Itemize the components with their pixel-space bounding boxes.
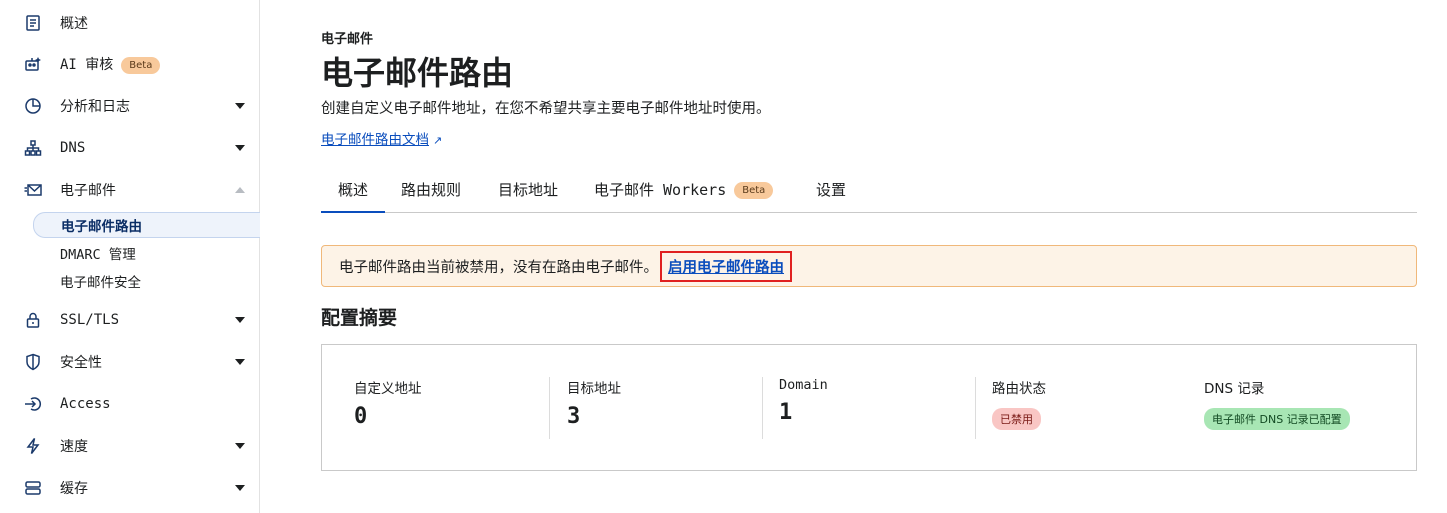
sidebar-subitem-label: DMARC 管理: [60, 247, 136, 263]
sidebar-item-label: Access: [60, 396, 111, 412]
alert-text: 电子邮件路由当前被禁用，没有在路由电子邮件。: [339, 259, 658, 276]
lock-icon: [23, 310, 43, 330]
tab-settings[interactable]: 设置: [816, 172, 846, 213]
chevron-up-icon: [235, 187, 245, 193]
summary-value: 3: [567, 404, 581, 429]
status-badge: 已禁用: [992, 408, 1041, 430]
tab-label: 概述: [337, 181, 368, 199]
network-icon: [23, 138, 43, 158]
sidebar-item-label: 缓存: [60, 481, 88, 497]
sidebar-item-label: 概述: [60, 16, 88, 32]
sidebar-item-label: 电子邮件: [60, 183, 116, 199]
tab-label: 电子邮件 Workers: [594, 181, 727, 199]
sidebar-item-label: 速度: [60, 439, 88, 455]
ai-audit-label: AI 审核: [60, 57, 114, 73]
beta-badge: Beta: [121, 56, 161, 74]
summary-label: 自定义地址: [354, 381, 422, 397]
tab-bar: 概述 路由规则 目标地址 电子邮件 Workers Beta 设置: [321, 172, 1417, 213]
summary-domain: Domain 1: [779, 377, 828, 439]
routing-disabled-alert: 电子邮件路由当前被禁用，没有在路由电子邮件。 启用电子邮件路由: [321, 245, 1417, 287]
tab-email-workers[interactable]: 电子邮件 Workers Beta: [594, 172, 774, 213]
configuration-summary-card: 自定义地址 0 目标地址 3 Domain 1 路由状态 已禁用 DNS 记录 …: [321, 344, 1417, 471]
beta-badge: Beta: [734, 182, 774, 199]
page-description: 创建自定义电子邮件地址，在您不希望共享主要电子邮件地址时使用。: [321, 101, 771, 117]
pie-chart-icon: [23, 96, 43, 116]
robot-icon: [23, 54, 43, 74]
external-link-icon: ↗: [433, 134, 443, 147]
sidebar-item-label: SSL/TLS: [60, 312, 120, 328]
enable-email-routing-link[interactable]: 启用电子邮件路由: [660, 250, 792, 282]
chevron-down-icon: [235, 443, 245, 449]
summary-value: 0: [354, 404, 368, 429]
column-divider: [762, 377, 763, 439]
storage-icon: [23, 478, 43, 498]
chevron-down-icon: [235, 145, 245, 151]
page-title: 电子邮件路由: [321, 54, 514, 92]
sidebar-subitem-email-security[interactable]: 电子邮件安全: [33, 268, 260, 294]
sidebar-item-label: 分析和日志: [60, 99, 130, 115]
sidebar-item-ssl-tls[interactable]: SSL/TLS: [0, 305, 259, 335]
sidebar-item-overview[interactable]: 概述: [0, 8, 259, 38]
sidebar: 概述 AI 审核 Beta 分析和日志 DNS 电子邮件 电子邮件路由 DMARC…: [0, 0, 260, 513]
sidebar-item-security[interactable]: 安全性: [0, 347, 259, 377]
chevron-down-icon: [235, 103, 245, 109]
sidebar-subitem-label: 电子邮件安全: [60, 275, 141, 291]
column-divider: [549, 377, 550, 439]
documentation-link-label: 电子邮件路由文档: [321, 132, 429, 148]
tab-label: 目标地址: [498, 181, 559, 199]
sidebar-item-cache[interactable]: 缓存: [0, 473, 259, 503]
sidebar-item-label: AI 审核 Beta: [60, 54, 161, 74]
summary-label: DNS 记录: [1204, 381, 1265, 397]
sidebar-item-ai-audit[interactable]: AI 审核 Beta: [0, 49, 259, 79]
sidebar-item-speed[interactable]: 速度: [0, 431, 259, 461]
documentation-link[interactable]: 电子邮件路由文档 ↗: [321, 128, 442, 148]
tab-destination-addresses[interactable]: 目标地址: [498, 172, 558, 213]
lightning-icon: [23, 436, 43, 456]
sidebar-item-label: DNS: [60, 140, 86, 156]
summary-routing-status: 路由状态 已禁用: [992, 377, 1046, 439]
summary-label: Domain: [779, 377, 828, 393]
status-badge: 电子邮件 DNS 记录已配置: [1204, 408, 1350, 430]
document-icon: [23, 13, 43, 33]
summary-label: 目标地址: [567, 381, 621, 397]
chevron-down-icon: [235, 359, 245, 365]
summary-label: 路由状态: [992, 381, 1046, 397]
tab-overview[interactable]: 概述: [321, 172, 385, 213]
access-icon: [23, 394, 43, 414]
email-icon: [23, 180, 43, 200]
chevron-down-icon: [235, 485, 245, 491]
summary-destination-addresses: 目标地址 3: [567, 377, 621, 439]
summary-value: 1: [779, 400, 793, 425]
tab-routing-rules[interactable]: 路由规则: [401, 172, 461, 213]
sidebar-subitem-label: 电子邮件路由: [61, 219, 142, 235]
sidebar-item-label: 安全性: [60, 355, 102, 371]
summary-custom-addresses: 自定义地址 0: [354, 377, 422, 439]
sidebar-item-dns[interactable]: DNS: [0, 133, 259, 163]
sidebar-item-access[interactable]: Access: [0, 389, 259, 419]
sidebar-item-email[interactable]: 电子邮件: [0, 175, 259, 205]
tab-label: 设置: [816, 181, 847, 199]
sidebar-item-analytics[interactable]: 分析和日志: [0, 91, 259, 121]
sidebar-subitem-dmarc[interactable]: DMARC 管理: [33, 240, 260, 266]
shield-icon: [23, 352, 43, 372]
tab-label: 路由规则: [401, 181, 462, 199]
summary-dns-records: DNS 记录 电子邮件 DNS 记录已配置: [1204, 377, 1350, 439]
breadcrumb: 电子邮件: [321, 32, 374, 47]
sidebar-subitem-email-routing[interactable]: 电子邮件路由: [33, 212, 260, 238]
chevron-down-icon: [235, 317, 245, 323]
column-divider: [975, 377, 976, 439]
section-title: 配置摘要: [321, 307, 398, 329]
